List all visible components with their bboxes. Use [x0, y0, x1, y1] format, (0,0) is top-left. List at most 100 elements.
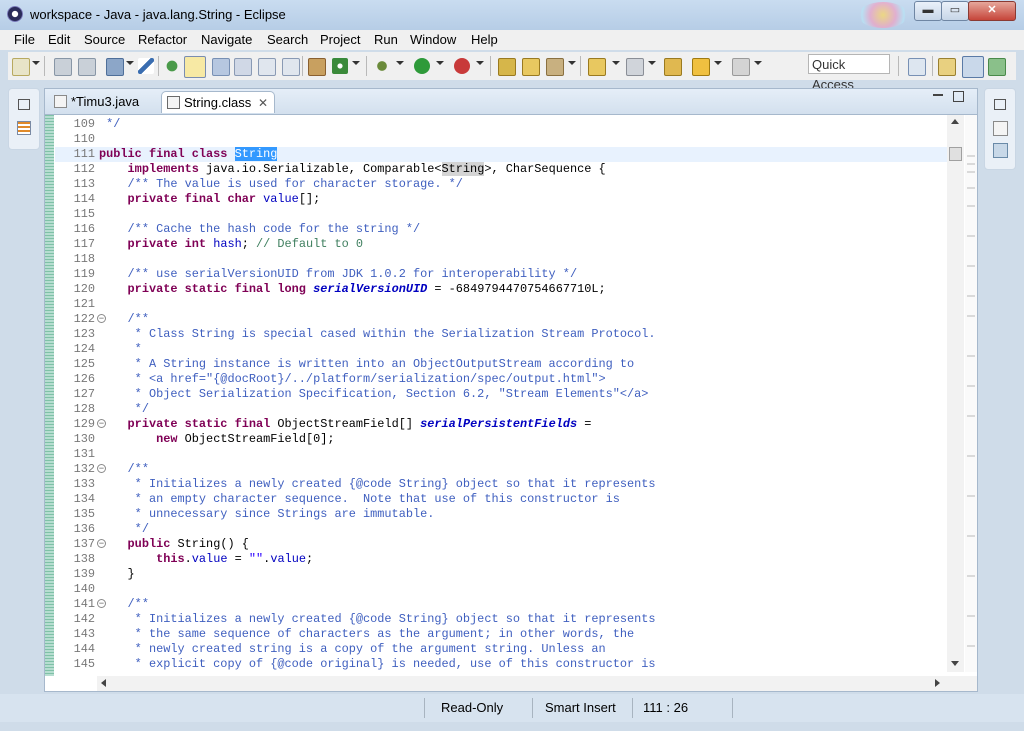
run-icon[interactable] [414, 58, 430, 74]
code-line[interactable]: 112 implements java.io.Serializable, Com… [55, 162, 955, 177]
code-line[interactable]: 135 * unnecessary since Strings are immu… [55, 507, 955, 522]
horizontal-scrollbar[interactable] [97, 676, 977, 691]
terminal-dropdown-icon[interactable] [126, 61, 134, 65]
occurrence-marker[interactable] [967, 155, 975, 157]
forward-icon[interactable] [732, 58, 750, 76]
code-line[interactable]: 126 * <a href="{@docRoot}/../platform/se… [55, 372, 955, 387]
code-line[interactable]: 119 /** use serialVersionUID from JDK 1.… [55, 267, 955, 282]
occurrence-marker[interactable] [967, 187, 975, 189]
code-line[interactable]: 136 */ [55, 522, 955, 537]
code-line[interactable]: 117 private int hash; // Default to 0 [55, 237, 955, 252]
occurrence-marker[interactable] [967, 385, 975, 387]
menu-help[interactable]: Help [471, 32, 498, 47]
code-line[interactable]: 142 * Initializes a newly created {@code… [55, 612, 955, 627]
skip-breakpoints-icon[interactable] [138, 58, 154, 74]
scroll-right-icon[interactable] [935, 679, 940, 687]
menu-edit[interactable]: Edit [48, 32, 70, 47]
search-dropdown-icon[interactable] [568, 61, 576, 65]
menu-navigate[interactable]: Navigate [201, 32, 252, 47]
next-annotation-icon[interactable] [164, 58, 180, 74]
run-dropdown-icon[interactable] [436, 61, 444, 65]
menu-project[interactable]: Project [320, 32, 360, 47]
debug-perspective-icon[interactable] [988, 58, 1006, 76]
package-explorer-icon[interactable] [17, 121, 31, 135]
java-ee-perspective-icon[interactable] [938, 58, 956, 76]
word-wrap-icon[interactable] [212, 58, 230, 76]
run-external-dropdown-icon[interactable] [476, 61, 484, 65]
code-line[interactable]: 145 * explicit copy of {@code original} … [55, 657, 955, 672]
scroll-thumb[interactable] [949, 147, 962, 161]
occurrence-marker[interactable] [967, 163, 975, 165]
previous-edit-dropdown-icon[interactable] [648, 61, 656, 65]
new-dropdown-icon[interactable] [32, 61, 40, 65]
maximize-editor-icon[interactable] [953, 91, 964, 102]
code-line[interactable]: 120 private static final long serialVers… [55, 282, 955, 297]
code-line[interactable]: 111 public final class String [55, 147, 955, 162]
occurrence-marker[interactable] [967, 645, 975, 647]
scroll-up-icon[interactable] [951, 119, 959, 124]
open-perspective-icon[interactable] [908, 58, 926, 76]
mark-occurrences-icon[interactable] [184, 56, 206, 78]
code-line[interactable]: 114 private final char value[]; [55, 192, 955, 207]
code-line[interactable]: 128 */ [55, 402, 955, 417]
code-line[interactable]: 130 new ObjectStreamField[0]; [55, 432, 955, 447]
code-line[interactable]: 123 * Class String is special cased with… [55, 327, 955, 342]
outline-icon[interactable] [993, 121, 1008, 136]
quick-access-input[interactable]: Quick Access [808, 54, 890, 92]
maximize-button[interactable]: ▭ [941, 1, 969, 21]
show-whitespace-icon[interactable] [258, 58, 276, 76]
next-edit-icon[interactable] [588, 58, 606, 76]
run-external-icon[interactable] [454, 58, 470, 74]
code-line[interactable]: 124 * [55, 342, 955, 357]
menu-file[interactable]: File [14, 32, 35, 47]
close-tab-icon[interactable]: ✕ [258, 92, 268, 114]
minimize-editor-icon[interactable] [933, 94, 943, 96]
menu-source[interactable]: Source [84, 32, 125, 47]
code-line[interactable]: 134 * an empty character sequence. Note … [55, 492, 955, 507]
debug-dropdown-icon[interactable] [396, 61, 404, 65]
occurrence-marker[interactable] [967, 615, 975, 617]
menu-window[interactable]: Window [410, 32, 456, 47]
new-icon[interactable] [12, 58, 30, 76]
search-icon[interactable] [546, 58, 564, 76]
refresh-icon[interactable] [332, 58, 348, 74]
occurrence-marker[interactable] [967, 205, 975, 207]
debug-icon[interactable] [374, 58, 390, 74]
code-line[interactable]: 109 */ [55, 117, 955, 132]
code-line[interactable]: 143 * the same sequence of characters as… [55, 627, 955, 642]
code-line[interactable]: 133 * Initializes a newly created {@code… [55, 477, 955, 492]
code-line[interactable]: 139 } [55, 567, 955, 582]
task-list-icon[interactable] [993, 143, 1008, 158]
back-dropdown-icon[interactable] [714, 61, 722, 65]
code-line[interactable]: 118 [55, 252, 955, 267]
code-line[interactable]: 122− /** [55, 312, 955, 327]
overview-ruler[interactable] [965, 115, 977, 672]
occurrence-marker[interactable] [967, 235, 975, 237]
occurrence-marker[interactable] [967, 535, 975, 537]
occurrence-marker[interactable] [967, 315, 975, 317]
restore-icon[interactable] [994, 99, 1006, 110]
save-all-icon[interactable] [78, 58, 96, 76]
restore-icon[interactable] [18, 99, 30, 110]
code-line[interactable]: 121 [55, 297, 955, 312]
code-line[interactable]: 141− /** [55, 597, 955, 612]
next-edit-dropdown-icon[interactable] [612, 61, 620, 65]
back-icon[interactable] [692, 58, 710, 76]
occurrence-marker[interactable] [967, 415, 975, 417]
terminal-icon[interactable] [106, 58, 124, 76]
tab-timu3-java[interactable]: *Timu3.java [49, 91, 159, 113]
menu-run[interactable]: Run [374, 32, 398, 47]
occurrence-marker[interactable] [967, 575, 975, 577]
java-perspective-icon[interactable] [962, 56, 984, 78]
occurrence-marker[interactable] [967, 265, 975, 267]
previous-edit-icon[interactable] [626, 58, 644, 76]
occurrence-marker[interactable] [967, 455, 975, 457]
close-window-button[interactable]: ✕ [968, 1, 1016, 21]
occurrence-marker[interactable] [967, 295, 975, 297]
occurrence-marker[interactable] [967, 171, 975, 173]
code-line[interactable]: 131 [55, 447, 955, 462]
code-line[interactable]: 132− /** [55, 462, 955, 477]
menu-refactor[interactable]: Refactor [138, 32, 187, 47]
code-editor[interactable]: 109 */110 111 public final class String 112… [45, 115, 977, 676]
code-line[interactable]: 129− private static final ObjectStreamFi… [55, 417, 955, 432]
